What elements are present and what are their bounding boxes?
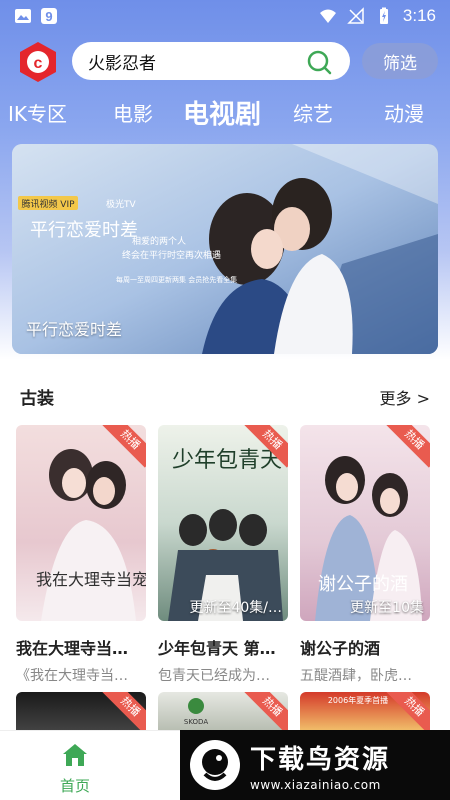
update-status: 更新至10集	[350, 600, 424, 616]
video-poster[interactable]: 2006年夏季首播 热播	[300, 692, 430, 732]
bird-logo-icon	[190, 740, 240, 790]
video-card[interactable]: 我在大理寺当宠物 热播 我在大理寺当… 《我在大理寺当…	[16, 425, 146, 685]
poster-title: 我在大理寺当宠物	[36, 570, 146, 589]
banner-schedule: 每周一至周四更新两集 会员抢先看全集	[116, 275, 237, 284]
app-logo-icon[interactable]: c	[16, 40, 60, 84]
card-description: 五醍酒肆，卧虎…	[300, 668, 412, 684]
search-icon[interactable]	[306, 49, 332, 75]
card-description: 包青天已经成为…	[158, 668, 270, 684]
header: c 火影忍者 筛选	[0, 40, 450, 84]
no-signal-icon	[347, 7, 364, 24]
poster-brand: SKODA	[184, 718, 208, 726]
banner-slogan-2: 终会在平行时空再次相遇	[122, 249, 221, 261]
search-value: 火影忍者	[88, 53, 156, 74]
video-card[interactable]: 谢公子的酒 热播 更新至10集 谢公子的酒 五醍酒肆，卧虎…	[300, 425, 430, 685]
video-card[interactable]: 少年包青天 热播 更新至40集/… 少年包青天 第… 包青天已经成为…	[158, 425, 288, 685]
tab-variety[interactable]: 综艺	[293, 98, 333, 127]
banner-brand-tencent: 腾讯视频 VIP	[21, 198, 75, 210]
banner-slogan-1: 相爱的两个人	[132, 235, 186, 247]
watermark: 下载鸟资源 www.xiazainiao.com	[180, 730, 450, 800]
tab-movie[interactable]: 电影	[113, 98, 153, 127]
section-more-link[interactable]: 更多 >	[380, 385, 431, 409]
watermark-url: www.xiazainiao.com	[250, 777, 381, 792]
hot-badge: 热播	[102, 692, 146, 732]
poster-year-banner: 2006年夏季首播	[328, 695, 388, 705]
banner-caption: 平行恋爱时差	[26, 320, 123, 339]
app-notification-icon: 9	[41, 8, 57, 24]
home-icon	[63, 744, 87, 766]
video-poster[interactable]: 少年包青天 热播 更新至40集/…	[158, 425, 288, 621]
banner-poster-title: 平行恋爱时差	[30, 219, 138, 241]
watermark-title: 下载鸟资源	[250, 744, 391, 775]
poster-title: 少年包青天	[172, 448, 282, 473]
video-poster[interactable]: SKODA 热播	[158, 692, 288, 732]
nav-home-label: 首页	[59, 777, 90, 795]
nav-home[interactable]: 首页	[50, 743, 100, 796]
card-title: 我在大理寺当…	[16, 639, 129, 658]
category-tabs: IK专区 电影 电视剧 综艺 动漫	[0, 92, 450, 132]
tab-anime[interactable]: 动漫	[384, 98, 424, 127]
filter-button[interactable]: 筛选	[362, 43, 438, 79]
banner-brand-aurora: 极光TV	[106, 198, 136, 210]
poster-title: 谢公子的酒	[318, 574, 408, 595]
status-bar: 9 3:16	[0, 0, 450, 32]
battery-charging-icon	[379, 7, 388, 24]
update-status: 更新至40集/…	[189, 600, 282, 616]
video-poster[interactable]: 我在大理寺当宠物 热播	[16, 425, 146, 621]
svg-text:9: 9	[45, 9, 52, 24]
section-title: 古装	[20, 389, 54, 409]
banner-carousel[interactable]: 腾讯视频 VIP 极光TV 平行恋爱时差 相爱的两个人 终会在平行时空再次相遇 …	[12, 144, 438, 354]
gallery-icon	[15, 9, 31, 23]
wifi-icon	[319, 9, 336, 23]
status-time: 3:16	[402, 6, 436, 25]
search-input[interactable]: 火影忍者	[72, 42, 350, 80]
video-poster[interactable]: 谢公子的酒 热播 更新至10集	[300, 425, 430, 621]
card-description: 《我在大理寺当…	[16, 668, 128, 684]
tab-tv-series[interactable]: 电视剧	[183, 94, 261, 131]
card-title: 少年包青天 第…	[158, 639, 276, 658]
svg-text:c: c	[34, 55, 43, 72]
video-poster[interactable]: 热播	[16, 692, 146, 732]
tab-ik-zone[interactable]: IK专区	[8, 98, 67, 127]
card-title: 谢公子的酒	[300, 639, 381, 658]
